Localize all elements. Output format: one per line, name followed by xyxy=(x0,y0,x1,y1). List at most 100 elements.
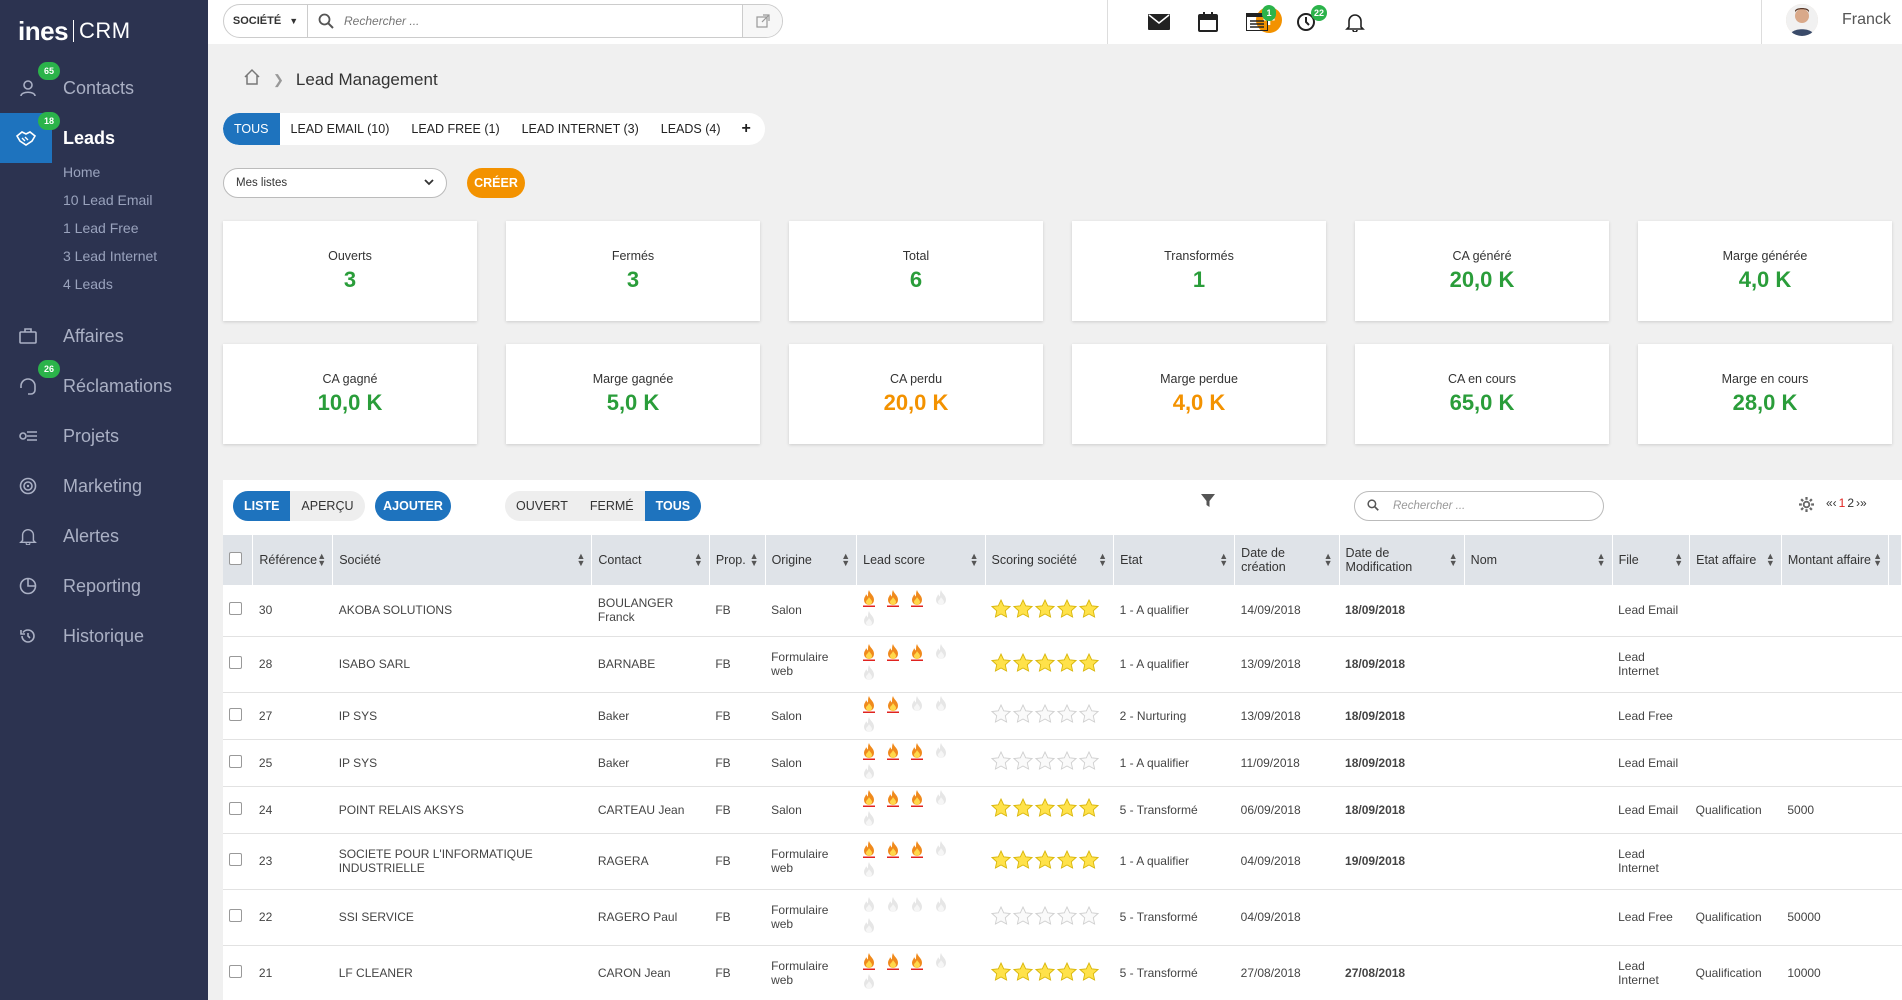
cell-societe[interactable]: IP SYS xyxy=(332,739,592,787)
sort-icon[interactable]: ▲ ▼ xyxy=(1098,552,1107,568)
sidebar-item-historique[interactable]: Historique xyxy=(0,614,208,658)
cell-societe[interactable]: SOCIETE POUR L'INFORMATIQUE INDUSTRIELLE xyxy=(332,833,592,890)
sort-icon[interactable]: ▲ ▼ xyxy=(1873,552,1882,568)
user-name[interactable]: Franck xyxy=(1842,11,1891,29)
sidebar-item-contacts[interactable]: 65 Contacts xyxy=(0,62,208,110)
add-tab-button[interactable]: + xyxy=(732,113,765,145)
sort-icon[interactable]: ▲ ▼ xyxy=(1597,552,1606,568)
column-header[interactable]: File ▲ ▼ xyxy=(1612,535,1691,585)
table-row[interactable]: 30 AKOBA SOLUTIONS BOULANGER Franck FB Salon… xyxy=(223,585,1902,637)
ines-crm-logo[interactable]: ines CRM xyxy=(18,16,131,46)
kpi-card[interactable]: Marge en cours 28,0 K xyxy=(1638,344,1892,444)
sort-icon[interactable]: ▲ ▼ xyxy=(1324,552,1333,568)
sidebar-item-leads[interactable]: 18 Leads xyxy=(0,112,208,163)
global-search-input[interactable] xyxy=(344,14,742,28)
status-open-button[interactable]: OUVERT xyxy=(505,491,579,521)
sort-icon[interactable]: ▲ ▼ xyxy=(1449,552,1458,568)
cell-contact[interactable]: CARON Jean xyxy=(591,945,710,1000)
gear-icon[interactable] xyxy=(1799,497,1814,517)
sort-icon[interactable]: ▲ ▼ xyxy=(970,552,979,568)
sidebar-item-affaires[interactable]: Affaires xyxy=(0,314,208,358)
leads-subnav-item[interactable]: 3 Lead Internet xyxy=(63,248,157,264)
bell-icon[interactable] xyxy=(1342,9,1368,35)
external-link-icon[interactable] xyxy=(742,5,782,37)
column-header[interactable]: Scoring société ▲ ▼ xyxy=(985,535,1115,585)
tasks-icon[interactable]: 1 xyxy=(1244,5,1276,35)
column-header[interactable]: Etat affaire ▲ ▼ xyxy=(1689,535,1782,585)
cell-contact[interactable]: BOULANGER Franck xyxy=(591,585,710,637)
column-header[interactable]: Contact ▲ ▼ xyxy=(591,535,710,585)
table-search[interactable]: Rechercher ... xyxy=(1354,491,1604,521)
column-header[interactable]: Date de Modification ▲ ▼ xyxy=(1339,535,1465,585)
kpi-card[interactable]: Marge perdue 4,0 K xyxy=(1072,344,1326,444)
column-header[interactable]: Date de création ▲ ▼ xyxy=(1234,535,1340,585)
column-header[interactable]: Prop. ▲ ▼ xyxy=(709,535,766,585)
leads-subnav-item[interactable]: 1 Lead Free xyxy=(63,220,139,236)
table-row[interactable]: 22 SSI SERVICE RAGERO Paul FB Formulaire web… xyxy=(223,889,1902,946)
row-checkbox[interactable] xyxy=(229,602,242,616)
cell-societe[interactable]: IP SYS xyxy=(332,692,592,740)
table-row[interactable]: 23 SOCIETE POUR L'INFORMATIQUE INDUSTRIEL… xyxy=(223,833,1902,890)
page-2-button[interactable]: 2 xyxy=(1847,496,1854,510)
sidebar-item-marketing[interactable]: Marketing xyxy=(0,464,208,508)
sort-icon[interactable]: ▲ ▼ xyxy=(1219,552,1228,568)
table-row[interactable]: 21 LF CLEANER CARON Jean FB Formulaire web 5 … xyxy=(223,945,1902,1000)
tab-lead-email[interactable]: LEAD EMAIL (10) xyxy=(280,113,401,145)
column-header[interactable]: Société ▲ ▼ xyxy=(332,535,593,585)
leads-subnav-item[interactable]: 4 Leads xyxy=(63,276,113,292)
sort-icon[interactable]: ▲ ▼ xyxy=(1766,552,1775,568)
column-header[interactable]: Référence ▲ ▼ xyxy=(252,535,334,585)
cell-contact[interactable]: Baker xyxy=(591,692,710,740)
row-checkbox[interactable] xyxy=(229,754,242,768)
table-row[interactable]: 27 IP SYS Baker FB Salon 2 - Nurturing 13/09/2… xyxy=(223,692,1902,740)
pager-next-button[interactable]: ›» xyxy=(1856,496,1867,510)
cell-contact[interactable]: CARTEAU Jean xyxy=(591,786,710,834)
row-checkbox[interactable] xyxy=(229,801,242,815)
column-header[interactable]: Origine ▲ ▼ xyxy=(765,535,858,585)
home-icon[interactable] xyxy=(243,68,261,91)
kpi-card[interactable]: Marge gagnée 5,0 K xyxy=(506,344,760,444)
kpi-card[interactable]: CA perdu 20,0 K xyxy=(789,344,1043,444)
tab-lead-internet[interactable]: LEAD INTERNET (3) xyxy=(511,113,650,145)
tab-lead-free[interactable]: LEAD FREE (1) xyxy=(400,113,510,145)
sort-icon[interactable]: ▲ ▼ xyxy=(1674,552,1683,568)
leads-subnav-item[interactable]: 10 Lead Email xyxy=(63,192,153,208)
sort-icon[interactable]: ▲ ▼ xyxy=(841,552,850,568)
page-1-button[interactable]: 1 xyxy=(1839,496,1846,510)
leads-subnav-item[interactable]: Home xyxy=(63,164,100,180)
kpi-card[interactable]: Fermés 3 xyxy=(506,221,760,321)
row-checkbox[interactable] xyxy=(229,909,242,922)
preview-view-button[interactable]: APERÇU xyxy=(290,491,364,521)
cell-societe[interactable]: LF CLEANER xyxy=(332,945,592,1000)
kpi-card[interactable]: CA en cours 65,0 K xyxy=(1355,344,1609,444)
cell-societe[interactable]: ISABO SARL xyxy=(332,636,592,693)
cell-contact[interactable]: RAGERO Paul xyxy=(591,889,710,946)
column-header[interactable]: Lead score ▲ ▼ xyxy=(856,535,986,585)
cell-contact[interactable]: RAGERA xyxy=(591,833,710,890)
create-list-button[interactable]: CRÉER xyxy=(467,168,525,198)
sidebar-item-rclamations[interactable]: 26 Réclamations xyxy=(0,360,208,408)
search-scope-select[interactable]: SOCIÉTÉ ▼ xyxy=(224,5,308,37)
cell-contact[interactable]: Baker xyxy=(591,739,710,787)
row-checkbox[interactable] xyxy=(229,707,242,721)
sidebar-item-projets[interactable]: Projets xyxy=(0,414,208,458)
sort-icon[interactable]: ▲ ▼ xyxy=(750,552,759,568)
column-header[interactable]: Montant affaire ▲ ▼ xyxy=(1781,535,1890,585)
column-header[interactable]: Nom ▲ ▼ xyxy=(1464,535,1613,585)
row-checkbox[interactable] xyxy=(229,656,242,669)
cell-societe[interactable]: AKOBA SOLUTIONS xyxy=(332,585,592,637)
row-checkbox[interactable] xyxy=(229,965,242,978)
tab-leads[interactable]: LEADS (4) xyxy=(650,113,732,145)
pager-prev-button[interactable]: «‹ xyxy=(1826,496,1837,510)
sort-icon[interactable]: ▲ ▼ xyxy=(694,552,703,568)
column-header[interactable]: Etat ▲ ▼ xyxy=(1113,535,1236,585)
kpi-card[interactable]: Ouverts 3 xyxy=(223,221,477,321)
calendar-icon[interactable] xyxy=(1195,9,1221,35)
saved-lists-select[interactable]: Mes listes xyxy=(223,168,447,198)
add-lead-button[interactable]: AJOUTER xyxy=(375,491,451,521)
cell-contact[interactable]: BARNABE xyxy=(591,636,710,693)
cell-societe[interactable]: SSI SERVICE xyxy=(332,889,592,946)
cell-societe[interactable]: POINT RELAIS AKSYS xyxy=(332,786,592,834)
table-row[interactable]: 24 POINT RELAIS AKSYS CARTEAU Jean FB Salon 5… xyxy=(223,786,1902,834)
kpi-card[interactable]: Transformés 1 xyxy=(1072,221,1326,321)
